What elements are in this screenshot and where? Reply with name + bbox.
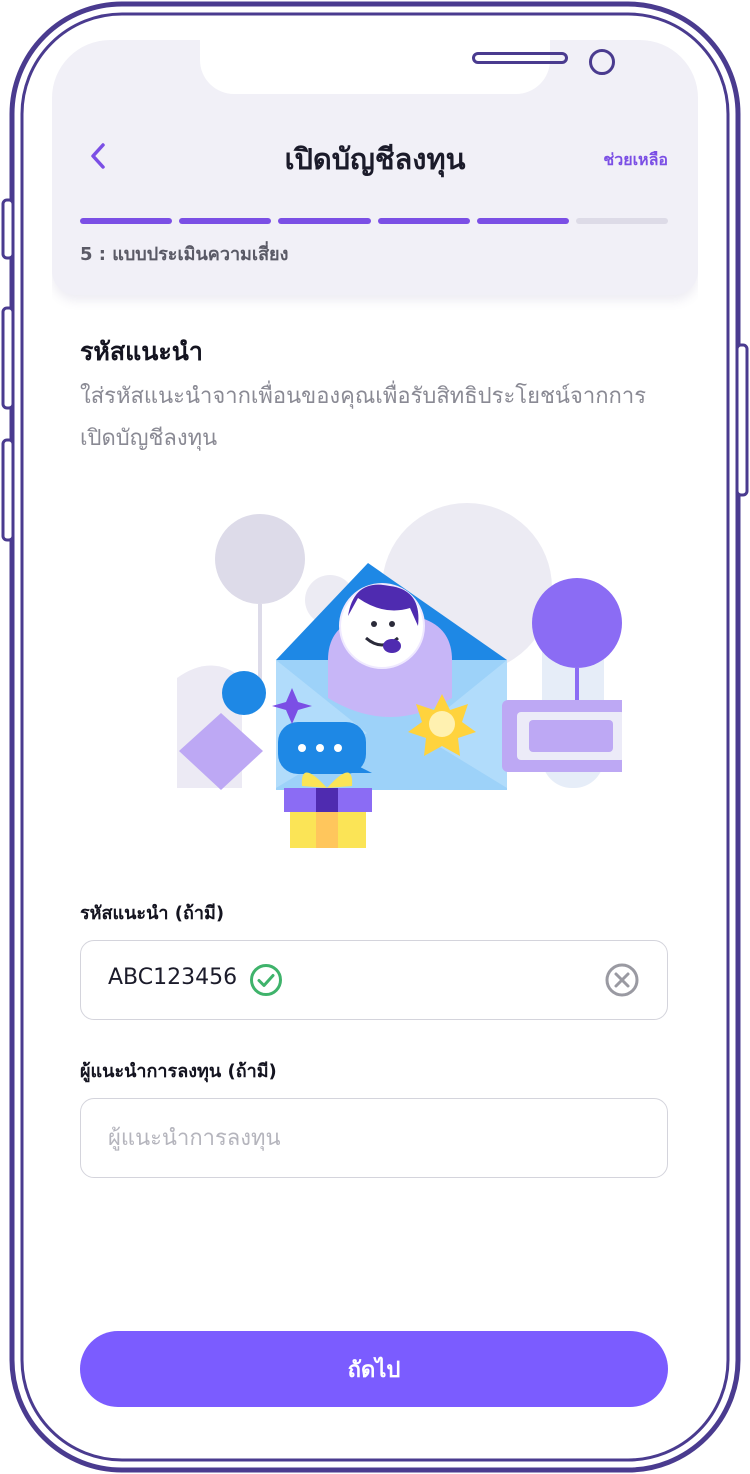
referral-code-label: รหัสแนะนำ (ถ้ามี) xyxy=(80,903,225,924)
clear-icon[interactable] xyxy=(605,963,639,997)
progress-segment xyxy=(179,218,272,224)
camera-icon xyxy=(589,49,615,75)
referral-code-value: ABC123456 xyxy=(108,965,238,990)
section-description: ใส่รหัสแนะนำจากเพื่อนของคุณเพื่อรับสิทธิ… xyxy=(80,384,647,451)
progress-segment xyxy=(575,218,669,224)
progress-segment xyxy=(377,218,470,224)
page-title: เปิดบัญชีลงทุน xyxy=(284,142,466,176)
check-circle-icon xyxy=(250,964,282,996)
step-label: 5 : แบบประเมินความเสี่ยง xyxy=(80,244,289,265)
advisor-label: ผู้แนะนำการลงทุน (ถ้ามี) xyxy=(80,1061,277,1082)
help-link[interactable]: ช่วยเหลือ xyxy=(603,148,668,173)
app-screen: เปิดบัญชีลงทุน ช่วยเหลือ 5 : แบบประเมินค… xyxy=(52,40,698,1445)
progress-bar xyxy=(80,218,669,224)
progress-segment xyxy=(80,218,173,224)
advisor-field[interactable] xyxy=(80,1098,668,1178)
referral-illustration xyxy=(177,503,622,848)
referral-code-input[interactable]: ABC123456 xyxy=(80,940,668,1020)
header: เปิดบัญชีลงทุน ช่วยเหลือ 5 : แบบประเมินค… xyxy=(52,40,698,295)
speaker-icon xyxy=(472,52,568,64)
phone-notch xyxy=(200,40,615,94)
advisor-input[interactable] xyxy=(81,1099,667,1177)
next-button[interactable]: ถัดไป xyxy=(80,1331,668,1407)
progress-segment xyxy=(278,218,371,224)
progress-segment xyxy=(476,218,569,224)
section-title: รหัสแนะนำ xyxy=(80,337,203,366)
